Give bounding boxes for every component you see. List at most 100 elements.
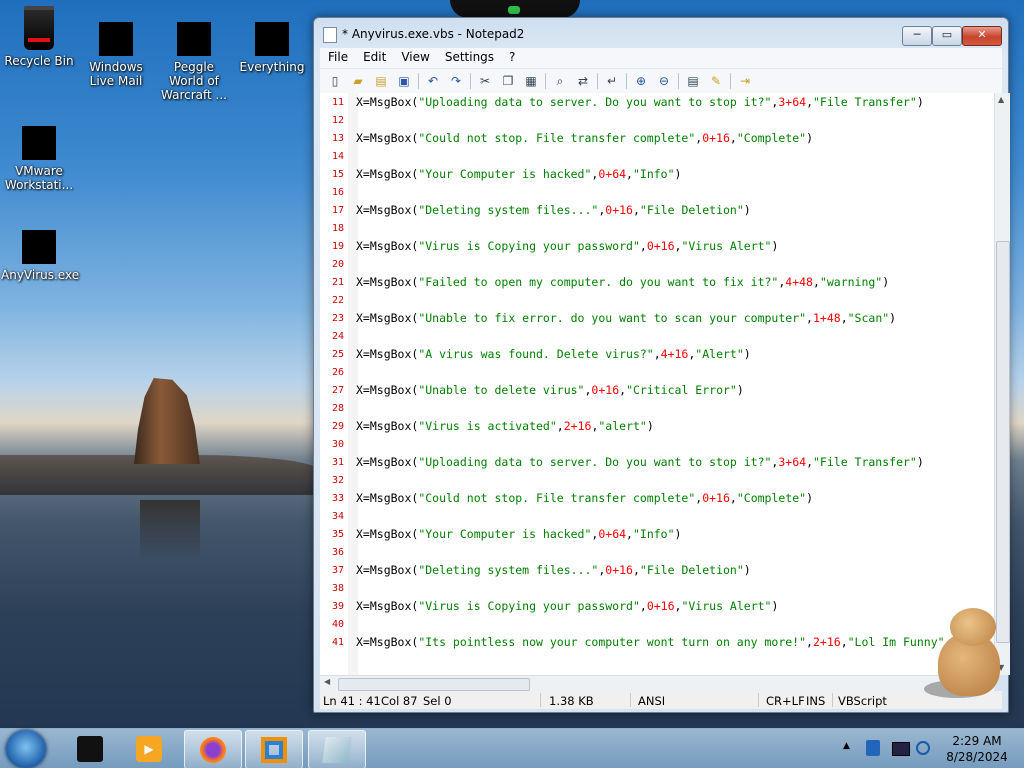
number-literal: 0+16: [605, 563, 633, 577]
taskbar-app-media-player[interactable]: ▶: [121, 730, 177, 767]
line-number: 40: [331, 619, 344, 630]
menu-view[interactable]: View: [393, 48, 436, 64]
menu-settings[interactable]: Settings: [437, 48, 501, 64]
horizontal-scrollbar[interactable]: ◀: [320, 675, 994, 692]
horizontal-scroll-thumb[interactable]: [338, 678, 530, 691]
copy-icon[interactable]: ❐: [499, 72, 517, 90]
find-icon[interactable]: ⌕: [551, 72, 569, 90]
code-line[interactable]: 28: [320, 399, 994, 417]
code-line[interactable]: 39 X=MsgBox("Virus is Copying your passwo…: [320, 597, 994, 615]
vertical-scroll-thumb[interactable]: [996, 241, 1010, 643]
taskbar-app-firefox[interactable]: [184, 730, 242, 768]
code-token: ,: [626, 167, 633, 181]
code-line[interactable]: 12: [320, 111, 994, 129]
menu-file[interactable]: File: [320, 48, 355, 64]
code-line[interactable]: 34: [320, 507, 994, 525]
tray-network-icon[interactable]: [866, 740, 880, 756]
save-icon[interactable]: ▣: [395, 72, 413, 90]
tray-volume-icon[interactable]: [916, 741, 930, 755]
line-number: 20: [331, 259, 344, 270]
undo-icon[interactable]: ↶: [424, 72, 442, 90]
word-wrap-icon[interactable]: ↵: [603, 72, 621, 90]
code-line[interactable]: 17 X=MsgBox("Deleting system files...",0+…: [320, 201, 994, 219]
tray-display-icon[interactable]: [892, 742, 910, 756]
tray-overflow-arrow[interactable]: ▲: [843, 741, 850, 768]
code-line[interactable]: 30: [320, 435, 994, 453]
vertical-scrollbar[interactable]: ▲ ▼: [994, 93, 1010, 675]
code-line[interactable]: 19 X=MsgBox("Virus is Copying your passwo…: [320, 237, 994, 255]
zoom-out-icon[interactable]: ⊖: [655, 72, 673, 90]
code-line[interactable]: 36: [320, 543, 994, 561]
customize-icon[interactable]: ✎: [707, 72, 725, 90]
desktop-icon-peggle[interactable]: Peggle World of Warcraft ...: [156, 22, 232, 102]
line-number: 18: [331, 223, 344, 234]
code-line[interactable]: 25 X=MsgBox("A virus was found. Delete vi…: [320, 345, 994, 363]
code-line[interactable]: 13 X=MsgBox("Could not stop. File transfe…: [320, 129, 994, 147]
code-line[interactable]: 29 X=MsgBox("Virus is activated",2+16,"al…: [320, 417, 994, 435]
code-line[interactable]: 14: [320, 147, 994, 165]
status-line-ending[interactable]: CR+LF: [766, 694, 805, 708]
status-scheme[interactable]: VBScript: [838, 694, 887, 708]
maximize-button[interactable]: ▭: [932, 26, 962, 46]
code-line[interactable]: 31 X=MsgBox("Uploading data to server. Do…: [320, 453, 994, 471]
code-line[interactable]: 33 X=MsgBox("Could not stop. File transfe…: [320, 489, 994, 507]
text-editor[interactable]: 11 X=MsgBox("Uploading data to server. Do…: [320, 93, 994, 675]
code-line[interactable]: 16: [320, 183, 994, 201]
code-line[interactable]: 18: [320, 219, 994, 237]
desktop-icon-anyvirus[interactable]: AnyVirus.exe: [1, 230, 79, 282]
code-line[interactable]: 23 X=MsgBox("Unable to fix error. do you …: [320, 309, 994, 327]
paste-icon[interactable]: ▦: [522, 72, 540, 90]
taskbar-app-cube[interactable]: [62, 730, 118, 767]
status-encoding[interactable]: ANSI: [638, 694, 665, 708]
menu-help[interactable]: ?: [501, 48, 522, 64]
taskbar-app-notepad2[interactable]: [308, 730, 366, 768]
menu-edit[interactable]: Edit: [355, 48, 393, 64]
scroll-left-icon[interactable]: ◀: [324, 677, 330, 686]
scroll-up-icon[interactable]: ▲: [998, 95, 1004, 104]
code-text: X=MsgBox("Uploading data to server. Do y…: [356, 455, 924, 469]
exit-icon[interactable]: ⇥: [736, 72, 754, 90]
string-literal: "Your Computer is hacked": [418, 527, 592, 541]
start-button[interactable]: [6, 730, 46, 768]
system-clock[interactable]: 2:29 AM 8/28/2024: [936, 733, 1018, 765]
cut-icon[interactable]: ✂: [476, 72, 494, 90]
scheme-icon[interactable]: ▤: [684, 72, 702, 90]
string-literal: "Virus is activated": [418, 419, 557, 433]
code-line[interactable]: 24: [320, 327, 994, 345]
taskbar-app-vmware[interactable]: [245, 730, 303, 768]
close-button[interactable]: ✕: [962, 26, 1002, 46]
desktop-icon-label: Everything: [239, 60, 305, 74]
desktop-icon-vmware[interactable]: VMware Workstati...: [1, 126, 77, 192]
code-token: X=MsgBox(: [356, 239, 419, 253]
code-line[interactable]: 32: [320, 471, 994, 489]
browse-icon[interactable]: ▤: [372, 72, 390, 90]
desktop-icon-everything[interactable]: Everything: [234, 22, 310, 74]
code-line[interactable]: 37 X=MsgBox("Deleting system files...",0+…: [320, 561, 994, 579]
line-number: 25: [331, 349, 344, 360]
code-line[interactable]: 38: [320, 579, 994, 597]
minimize-button[interactable]: ─: [902, 26, 932, 46]
code-line[interactable]: 21 X=MsgBox("Failed to open my computer. …: [320, 273, 994, 291]
replace-icon[interactable]: ⇄: [574, 72, 592, 90]
title-bar[interactable]: * Anyvirus.exe.vbs - Notepad2 ─ ▭ ✕: [314, 18, 1008, 48]
desktop-icon-label: Recycle Bin: [4, 54, 74, 68]
code-line[interactable]: 26: [320, 363, 994, 381]
code-line[interactable]: 41 X=MsgBox("Its pointless now your compu…: [320, 633, 994, 651]
desktop-icon-recycle-bin[interactable]: Recycle Bin: [1, 6, 77, 68]
line-number: 27: [331, 385, 344, 396]
new-file-icon[interactable]: ▯: [326, 72, 344, 90]
code-text: X=MsgBox("Its pointless now your compute…: [356, 635, 945, 649]
code-line[interactable]: 35 X=MsgBox("Your Computer is hacked",0+6…: [320, 525, 994, 543]
code-line[interactable]: 40: [320, 615, 994, 633]
code-line[interactable]: 11 X=MsgBox("Uploading data to server. Do…: [320, 93, 994, 111]
code-line[interactable]: 22: [320, 291, 994, 309]
code-line[interactable]: 20: [320, 255, 994, 273]
status-column: Col 87: [381, 694, 418, 708]
zoom-in-icon[interactable]: ⊕: [632, 72, 650, 90]
redo-icon[interactable]: ↷: [447, 72, 465, 90]
code-line[interactable]: 15 X=MsgBox("Your Computer is hacked",0+6…: [320, 165, 994, 183]
open-file-icon[interactable]: ▰: [349, 72, 367, 90]
code-line[interactable]: 27 X=MsgBox("Unable to delete virus",0+16…: [320, 381, 994, 399]
desktop-icon-windows-live-mail[interactable]: Windows Live Mail: [78, 22, 154, 88]
string-literal: "File Transfer": [813, 95, 917, 109]
